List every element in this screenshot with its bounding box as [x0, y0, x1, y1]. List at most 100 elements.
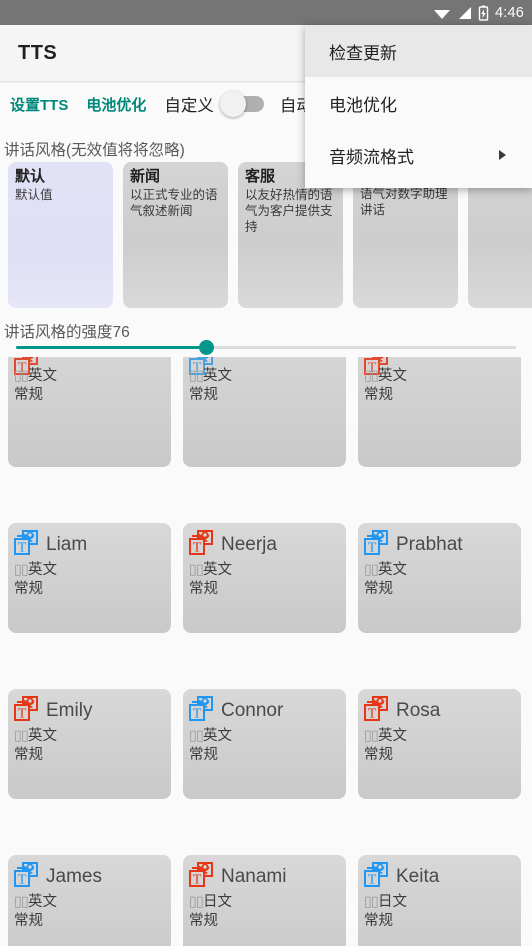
voice-card[interactable]: T Connor ▯▯英文 常规 [183, 689, 346, 799]
chevron-right-icon [499, 150, 506, 160]
voice-card[interactable]: T James ▯▯英文 常规 [8, 855, 171, 946]
voice-name: Nanami [221, 865, 287, 887]
svg-text:T: T [368, 541, 377, 556]
voice-card[interactable]: T Neerja ▯▯英文常规 [183, 523, 346, 633]
voice-card[interactable]: T ▯▯英文 常规 [8, 357, 171, 467]
slider-thumb[interactable] [198, 340, 214, 355]
voice-language-text: 英文 [202, 728, 232, 744]
svg-text:T: T [368, 707, 377, 722]
voice-language-text: 英文 [27, 894, 57, 910]
overflow-menu[interactable]: 检查更新 电池优化 音频流格式 [305, 25, 532, 188]
style-card-name: 新闻 [130, 168, 161, 185]
svg-text:T: T [193, 541, 202, 556]
voice-meta: ▯▯英文常规 [12, 561, 171, 598]
voice-style: 常规 [14, 746, 43, 763]
voice-language: ▯▯英文 [189, 728, 232, 744]
voice-card-header: T Rosa [362, 693, 521, 727]
voice-language: ▯▯英文 [364, 562, 407, 578]
voice-card-header: T Prabhat [362, 527, 521, 561]
voice-meta: ▯▯英文 常规 [12, 367, 171, 404]
style-card[interactable]: 新闻 以正式专业的语气叙述新闻 [123, 162, 228, 308]
menu-item-check-update[interactable]: 检查更新 [305, 25, 532, 77]
voice-meta: ▯▯英文 常规 [362, 727, 521, 764]
voice-language-text: 英文 [202, 368, 232, 384]
style-strength-label: 讲话风格的强度76 [4, 324, 130, 341]
tts-voice-icon-icon: T [12, 861, 42, 891]
voice-name: Neerja [221, 533, 277, 555]
voice-card[interactable]: T ▯▯英文常规 [358, 357, 521, 467]
voice-card-header: T [12, 357, 171, 376]
tts-voice-icon-icon: T [187, 529, 217, 559]
battery-charging-icon [478, 5, 489, 21]
voice-language: ▯▯英文 [189, 562, 232, 578]
voice-card[interactable]: T Keita ▯▯日文常规 [358, 855, 521, 946]
voice-style: 常规 [189, 746, 218, 763]
voice-card-header: T Emily [12, 693, 171, 727]
custom-toggle[interactable] [219, 91, 264, 117]
menu-item-battery-optimization[interactable]: 电池优化 [305, 77, 532, 129]
voice-style: 常规 [14, 580, 43, 597]
tts-voice-icon-icon: T [187, 861, 217, 891]
voice-card[interactable]: T Emily ▯▯英文 常规 [8, 689, 171, 799]
voice-card[interactable]: T Prabhat ▯▯英文 常规 [358, 523, 521, 633]
voice-language-text: 英文 [377, 368, 407, 384]
voice-card[interactable]: T Rosa ▯▯英文 常规 [358, 689, 521, 799]
signal-icon [457, 6, 472, 20]
battery-optimization-link[interactable]: 电池优化 [86, 94, 146, 115]
voice-name: James [46, 865, 102, 887]
voice-name: Rosa [396, 699, 441, 721]
svg-text:T: T [368, 873, 377, 888]
style-strength-slider[interactable] [16, 340, 516, 356]
style-card-name: 默认 [15, 168, 46, 185]
menu-item-audio-stream-format[interactable]: 音频流格式 [305, 129, 532, 181]
style-card[interactable]: 默认 默认值 [8, 162, 113, 308]
voice-card-header: T Liam [12, 527, 171, 561]
tts-voice-icon-icon: T [12, 695, 42, 725]
voice-language-text: 英文 [27, 368, 57, 384]
svg-text:T: T [18, 873, 27, 888]
svg-text:T: T [193, 873, 202, 888]
voice-style: 常规 [14, 386, 43, 403]
voice-name: Prabhat [396, 533, 463, 555]
settings-tts-link[interactable]: 设置TTS [10, 94, 68, 115]
voice-style: 常规 [189, 580, 218, 597]
page-title: TTS [18, 41, 58, 64]
tts-voice-icon-icon: T [362, 861, 392, 891]
voice-meta: ▯▯日文常规 [362, 893, 521, 930]
style-card-desc: 默认值 [15, 188, 53, 203]
app-root: 4:46 TTS 设置TTS 电池优化 自定义 自动重 讲话风格(无效值将将忽略… [0, 0, 532, 946]
voice-language: ▯▯英文 [364, 368, 407, 384]
voice-language: ▯▯日文 [189, 894, 232, 910]
voice-card[interactable]: T Nanami ▯▯日文常规 [183, 855, 346, 946]
svg-text:T: T [18, 707, 27, 722]
status-time: 4:46 [494, 4, 524, 21]
custom-label: 自定义 [164, 97, 214, 115]
speech-style-label: 讲话风格(无效值将将忽略) [4, 142, 185, 159]
voice-style: 常规 [364, 386, 393, 403]
voice-meta: ▯▯英文常规 [187, 561, 346, 598]
tts-voice-icon-icon: T [187, 695, 217, 725]
voice-card[interactable]: T ▯▯英文 常规 [183, 357, 346, 467]
voice-language: ▯▯英文 [364, 728, 407, 744]
voice-meta: ▯▯英文 常规 [12, 727, 171, 764]
slider-fill [16, 346, 206, 349]
voice-name: Connor [221, 699, 284, 721]
voice-style: 常规 [364, 912, 393, 929]
wifi-icon [433, 6, 451, 20]
voice-card-header: T Neerja [187, 527, 346, 561]
voice-language-text: 日文 [202, 894, 232, 910]
voice-style: 常规 [189, 912, 218, 929]
menu-item-label: 音频流格式 [329, 147, 414, 167]
voice-meta: ▯▯英文 常规 [187, 367, 346, 404]
tts-voice-icon-icon: T [12, 529, 42, 559]
voice-language: ▯▯英文 [14, 562, 57, 578]
voice-name: Keita [396, 865, 440, 887]
voice-card-header: T Connor [187, 693, 346, 727]
voice-language: ▯▯日文 [364, 894, 407, 910]
voice-meta: ▯▯英文 常规 [362, 561, 521, 598]
voice-card[interactable]: T Liam ▯▯英文常规 [8, 523, 171, 633]
voice-name: Emily [46, 699, 93, 721]
voice-card-header: T [362, 357, 521, 376]
svg-text:T: T [18, 541, 27, 556]
voice-list[interactable]: T ▯▯英文 常规 T ▯▯英文 常规 T ▯▯英文 常规 T Liam ▯▯英文 常规 T Neerja ▯… [8, 357, 532, 946]
